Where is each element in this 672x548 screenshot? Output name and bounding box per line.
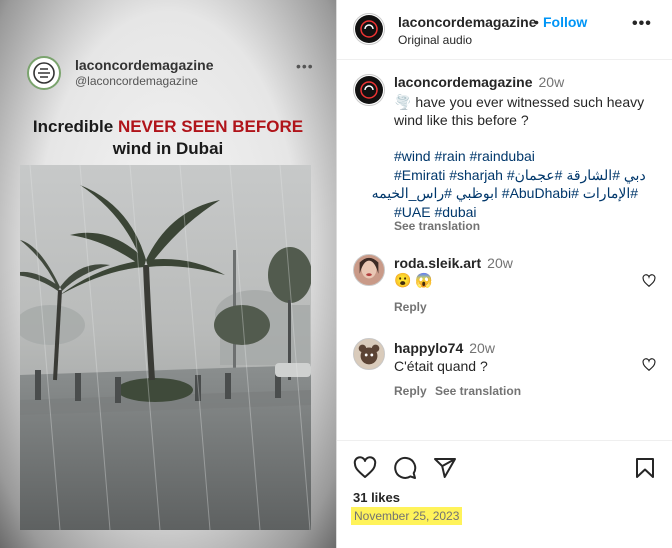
likes-count[interactable]: 31 likes (353, 490, 400, 505)
media-account-name: laconcordemagazine (75, 57, 214, 74)
storm-scene-image (20, 165, 311, 530)
follow-button[interactable]: Follow (543, 14, 587, 30)
comment-text: C'était quand ? (394, 358, 488, 374)
media-ellipsis-icon: ••• (296, 58, 314, 74)
comment-time: 20w (469, 340, 495, 356)
post-date: November 25, 2023 (351, 507, 463, 525)
separator-dot: • (534, 14, 539, 30)
caption-avatar[interactable] (353, 74, 385, 106)
user-photo-icon (354, 255, 384, 285)
commenter-avatar[interactable] (353, 254, 385, 286)
like-comment-heart-icon[interactable] (642, 358, 656, 372)
see-translation-button[interactable]: See translation (435, 384, 521, 398)
commenter-username[interactable]: roda.sleik.art (394, 255, 481, 271)
headline-part-red: NEVER SEEN BEFORE (117, 117, 304, 136)
media-avatar (27, 56, 61, 90)
post-header: laconcordemagazine • Follow Original aud… (337, 0, 672, 60)
share-icon[interactable] (433, 456, 457, 480)
author-avatar[interactable] (353, 13, 385, 45)
hashtag-line[interactable]: #Emirati #sharjah #دبي #الشارقة #عجمان (394, 166, 664, 185)
caption-time: 20w (538, 74, 565, 90)
post-actions: 31 likes November 25, 2023 (337, 440, 672, 548)
more-options-icon[interactable]: ••• (632, 15, 652, 33)
logo-icon (355, 76, 383, 104)
headline-part-1: Incredible (32, 117, 118, 136)
hashtag-block: #wind #rain #raindubai #Emirati #sharjah… (372, 147, 664, 221)
user-photo-icon (354, 339, 384, 369)
hashtag-line[interactable]: #الإمارات #AbuDhabi# ابوظبي #راس_الخيمه (372, 184, 638, 203)
reply-button[interactable]: Reply (394, 384, 427, 398)
commenter-username[interactable]: happylo74 (394, 340, 463, 356)
media-headline: Incredible NEVER SEEN BEFORE wind in Dub… (0, 116, 336, 160)
video-frame[interactable] (20, 165, 311, 530)
caption-text: 🌪️ have you ever witnessed such heavy wi… (394, 94, 645, 128)
author-username[interactable]: laconcordemagazine (398, 14, 537, 30)
bookmark-icon[interactable] (633, 456, 657, 480)
like-comment-heart-icon[interactable] (642, 274, 656, 288)
media-account-handle: @laconcordemagazine (75, 74, 198, 89)
post-media[interactable]: laconcordemagazine @laconcordemagazine •… (0, 0, 336, 548)
comment-text: 😮 😱 (394, 272, 433, 288)
heart-icon[interactable] (353, 456, 377, 480)
see-translation-button[interactable]: See translation (394, 219, 480, 233)
media-account-header: laconcordemagazine @laconcordemagazine (27, 56, 214, 90)
comment-icon[interactable] (393, 456, 417, 480)
logo-icon (355, 15, 383, 43)
reply-button[interactable]: Reply (394, 300, 427, 314)
hashtag-line[interactable]: #wind #rain #raindubai (394, 147, 664, 166)
post-details-panel: laconcordemagazine • Follow Original aud… (336, 0, 672, 548)
headline-line-2: wind in Dubai (112, 139, 224, 159)
commenter-avatar[interactable] (353, 338, 385, 370)
audio-label[interactable]: Original audio (398, 33, 472, 47)
logo-icon (33, 62, 55, 84)
comment-time: 20w (487, 255, 513, 271)
caption-username[interactable]: laconcordemagazine (394, 74, 533, 90)
